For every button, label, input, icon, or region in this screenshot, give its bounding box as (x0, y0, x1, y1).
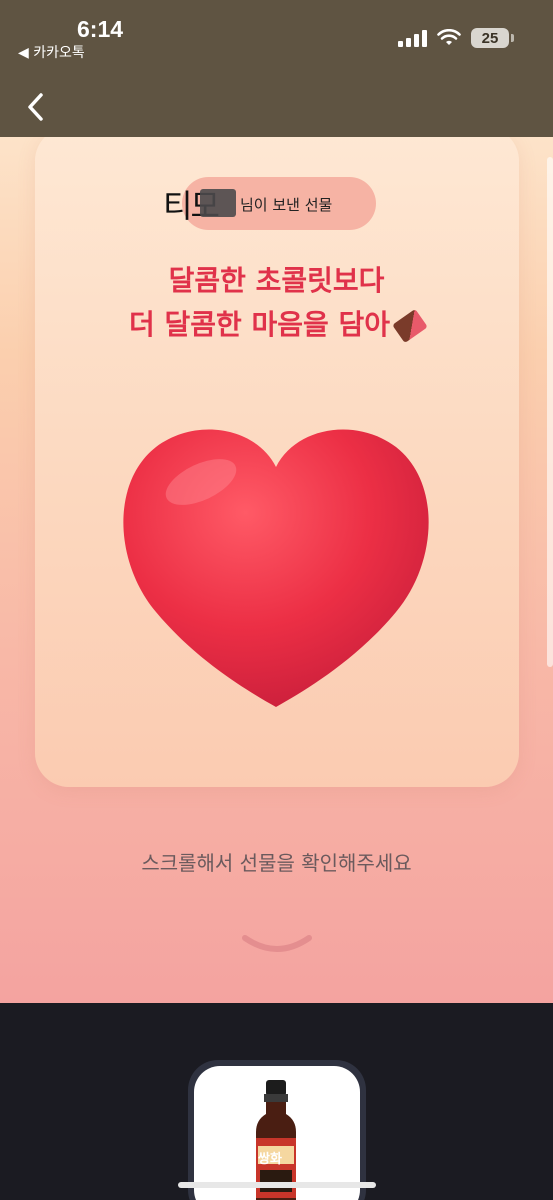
headline-line-1: 달콤한 초콜릿보다 (168, 264, 385, 297)
back-button[interactable] (24, 92, 48, 122)
redaction-mark (200, 189, 236, 217)
product-card[interactable]: 쌍화 (194, 1066, 360, 1200)
scroll-hint: 스크롤해서 선물을 확인해주세요 (141, 851, 412, 875)
scrollbar[interactable] (547, 157, 553, 667)
sender-suffix: 님이 보낸 선물 (240, 196, 333, 214)
home-indicator[interactable] (178, 1182, 376, 1188)
signal-icon (398, 29, 427, 47)
back-to-app-link[interactable]: ◀ 카카오톡 (18, 42, 85, 62)
headline-line-2: 더 달콤한 마음을 담아 (128, 308, 391, 341)
gift-headline: 달콤한 초콜릿보다 더 달콤한 마음을 담아 (0, 259, 553, 347)
chevron-down-icon[interactable] (241, 932, 313, 962)
heart-icon (123, 429, 429, 707)
status-time: 6:14 (77, 16, 124, 42)
battery-icon: 25 (471, 28, 514, 48)
status-icons: 25 (398, 28, 514, 48)
wifi-icon (437, 29, 461, 45)
chocolate-bar-icon (392, 308, 428, 344)
product-label: 쌍화 (258, 1152, 282, 1167)
status-bar: 6:14 ◀ 카카오톡 25 (0, 0, 553, 137)
gift-hero: 티모 님이 보낸 선물 달콤한 초콜릿보다 더 달콤한 마음을 담아 스크롤해서… (0, 137, 553, 1003)
